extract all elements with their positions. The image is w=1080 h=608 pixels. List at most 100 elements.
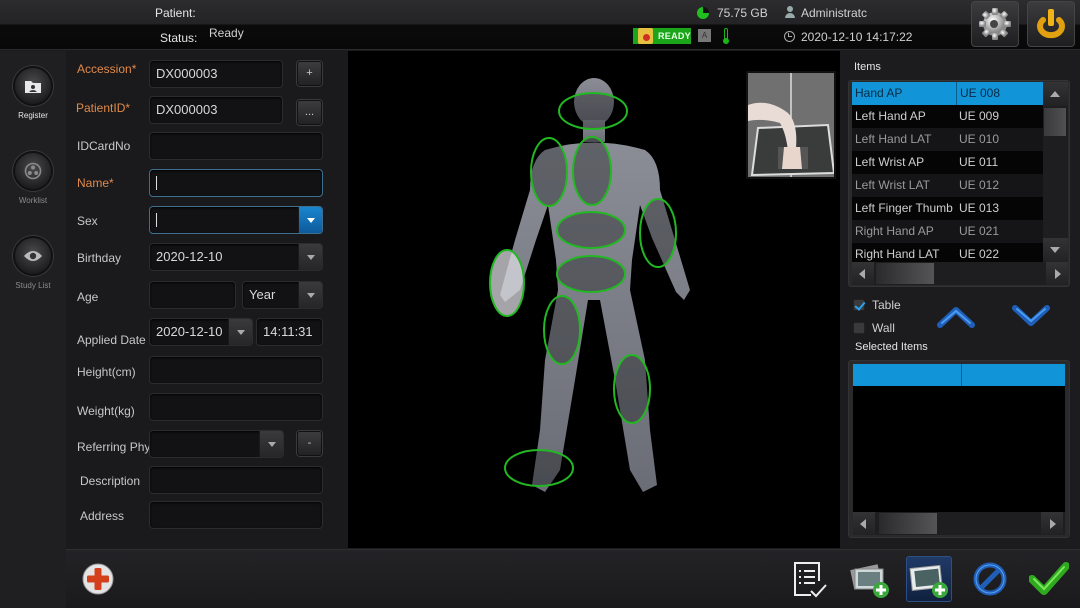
- user-name: Administratc: [801, 6, 868, 20]
- table-checkbox-label: Table: [872, 298, 901, 312]
- nav-item-register[interactable]: Register: [0, 66, 66, 120]
- patient-id-input[interactable]: DX000003: [149, 96, 283, 124]
- name-label: Name*: [77, 176, 114, 190]
- scrollbar-thumb[interactable]: [879, 513, 937, 534]
- list-item[interactable]: Left Hand AP UE 009: [852, 105, 1043, 128]
- region-right-shoulder[interactable]: [530, 137, 568, 207]
- sex-dropdown-chevron-icon[interactable]: [298, 207, 322, 233]
- id-card-label: IDCardNo: [77, 139, 131, 153]
- list-item[interactable]: Right Hand LAT UE 022: [852, 243, 1043, 262]
- list-item[interactable]: Hand AP UE 008: [852, 82, 1043, 105]
- item-name: Left Finger Thumb: [855, 201, 953, 215]
- list-item[interactable]: Left Wrist AP UE 011: [852, 151, 1043, 174]
- move-up-button[interactable]: [936, 305, 976, 334]
- chevron-down-icon: [1012, 305, 1050, 326]
- add-patient-button[interactable]: [75, 556, 121, 602]
- list-item[interactable]: Left Wrist LAT UE 012: [852, 174, 1043, 197]
- clock-icon: [784, 31, 795, 42]
- weight-input[interactable]: [149, 393, 323, 421]
- status-label: Status:: [160, 31, 198, 45]
- sex-select[interactable]: [149, 206, 323, 234]
- confirm-button[interactable]: [1026, 556, 1072, 602]
- name-input[interactable]: [149, 169, 323, 197]
- referring-physician-chevron-icon[interactable]: [259, 431, 283, 457]
- birthday-dropdown-chevron-icon[interactable]: [298, 244, 322, 270]
- app-window: Patient: Status: Ready 75.75 GB Administ…: [0, 0, 1080, 608]
- cancel-button[interactable]: [967, 556, 1013, 602]
- nav-item-study-list[interactable]: Study List: [0, 236, 66, 290]
- referring-physician-label: Referring Phy:: [77, 440, 149, 454]
- add-accession-button[interactable]: +: [297, 61, 322, 86]
- scroll-left-arrow-icon[interactable]: [852, 262, 874, 285]
- remove-physician-button[interactable]: -: [297, 431, 322, 456]
- move-down-button[interactable]: [1011, 303, 1051, 334]
- age-input[interactable]: [149, 281, 236, 309]
- position-preview-image: [746, 71, 836, 179]
- items-horizontal-scrollbar[interactable]: [852, 262, 1068, 285]
- region-left-arm[interactable]: [639, 198, 677, 268]
- wall-checkbox[interactable]: [853, 322, 865, 334]
- applied-date-picker[interactable]: 2020-12-10: [149, 318, 253, 346]
- region-abdomen[interactable]: [556, 211, 626, 249]
- wall-checkbox-label: Wall: [872, 321, 895, 335]
- nav-register-circle: [13, 66, 53, 106]
- scrollbar-thumb[interactable]: [876, 263, 934, 284]
- items-vertical-scrollbar[interactable]: [1043, 82, 1068, 262]
- add-image-active-button[interactable]: [906, 556, 952, 602]
- top-status-bar: Patient: Status: Ready 75.75 GB Administ…: [0, 0, 1080, 50]
- birthday-value: 2020-12-10: [156, 249, 223, 264]
- items-title: Items: [854, 61, 881, 73]
- list-item[interactable]: Left Finger Thumb UE 013: [852, 197, 1043, 220]
- left-navigation: Register Worklist Study List: [0, 51, 66, 608]
- id-card-input[interactable]: [149, 132, 323, 160]
- red-plus-icon: [82, 563, 114, 595]
- item-name: Left Wrist AP: [855, 155, 925, 169]
- nav-studylist-circle: [13, 236, 53, 276]
- region-right-thigh[interactable]: [543, 295, 581, 365]
- scroll-right-arrow-icon[interactable]: [1046, 262, 1068, 285]
- birthday-picker[interactable]: 2020-12-10: [149, 243, 323, 271]
- scroll-down-arrow-icon[interactable]: [1043, 238, 1068, 262]
- disk-free-text: 75.75 GB: [717, 6, 768, 20]
- add-image-icon: [850, 564, 889, 598]
- item-code: UE 021: [959, 224, 1000, 238]
- scroll-left-arrow-icon[interactable]: [853, 512, 875, 535]
- power-button[interactable]: [1027, 1, 1075, 47]
- add-image-button[interactable]: [847, 556, 893, 602]
- list-item[interactable]: Right Hand AP UE 021: [852, 220, 1043, 243]
- region-right-hand[interactable]: [489, 249, 525, 317]
- description-input[interactable]: [149, 466, 323, 494]
- nav-item-worklist[interactable]: Worklist: [0, 151, 66, 205]
- region-left-knee[interactable]: [613, 354, 651, 424]
- scroll-right-arrow-icon[interactable]: [1041, 512, 1063, 535]
- region-right-foot[interactable]: [504, 449, 574, 487]
- scrollbar-thumb[interactable]: [1044, 108, 1066, 136]
- settings-button[interactable]: [971, 1, 1019, 47]
- referring-physician-select[interactable]: [149, 430, 284, 458]
- list-item[interactable]: Left Hand LAT UE 010: [852, 128, 1043, 151]
- accession-input[interactable]: DX000003: [149, 60, 283, 88]
- checklist-button[interactable]: [786, 556, 832, 602]
- height-input[interactable]: [149, 356, 323, 384]
- selected-items-header: [853, 364, 1065, 386]
- region-head[interactable]: [558, 92, 628, 130]
- region-chest[interactable]: [572, 136, 612, 206]
- age-unit-chevron-icon[interactable]: [298, 282, 322, 308]
- region-pelvis[interactable]: [556, 255, 626, 293]
- selected-horizontal-scrollbar[interactable]: [853, 512, 1065, 535]
- disk-usage-icon: [697, 7, 709, 19]
- address-input[interactable]: [149, 501, 323, 529]
- settings-gear-icon: [979, 8, 1011, 40]
- age-unit-select[interactable]: Year: [242, 281, 323, 309]
- table-checkbox[interactable]: [853, 299, 865, 311]
- register-folder-icon: [25, 81, 41, 93]
- scroll-up-arrow-icon[interactable]: [1043, 82, 1068, 106]
- applied-date-chevron-icon[interactable]: [228, 319, 252, 345]
- applied-time-input[interactable]: 14:11:31: [256, 318, 323, 346]
- description-label: Description: [80, 474, 141, 488]
- checklist-icon: [794, 562, 827, 598]
- item-name: Left Wrist LAT: [855, 178, 930, 192]
- patient-id-browse-button[interactable]: ...: [297, 100, 322, 125]
- chevron-up-icon: [937, 307, 975, 328]
- hand-on-detector-illustration: [748, 73, 834, 177]
